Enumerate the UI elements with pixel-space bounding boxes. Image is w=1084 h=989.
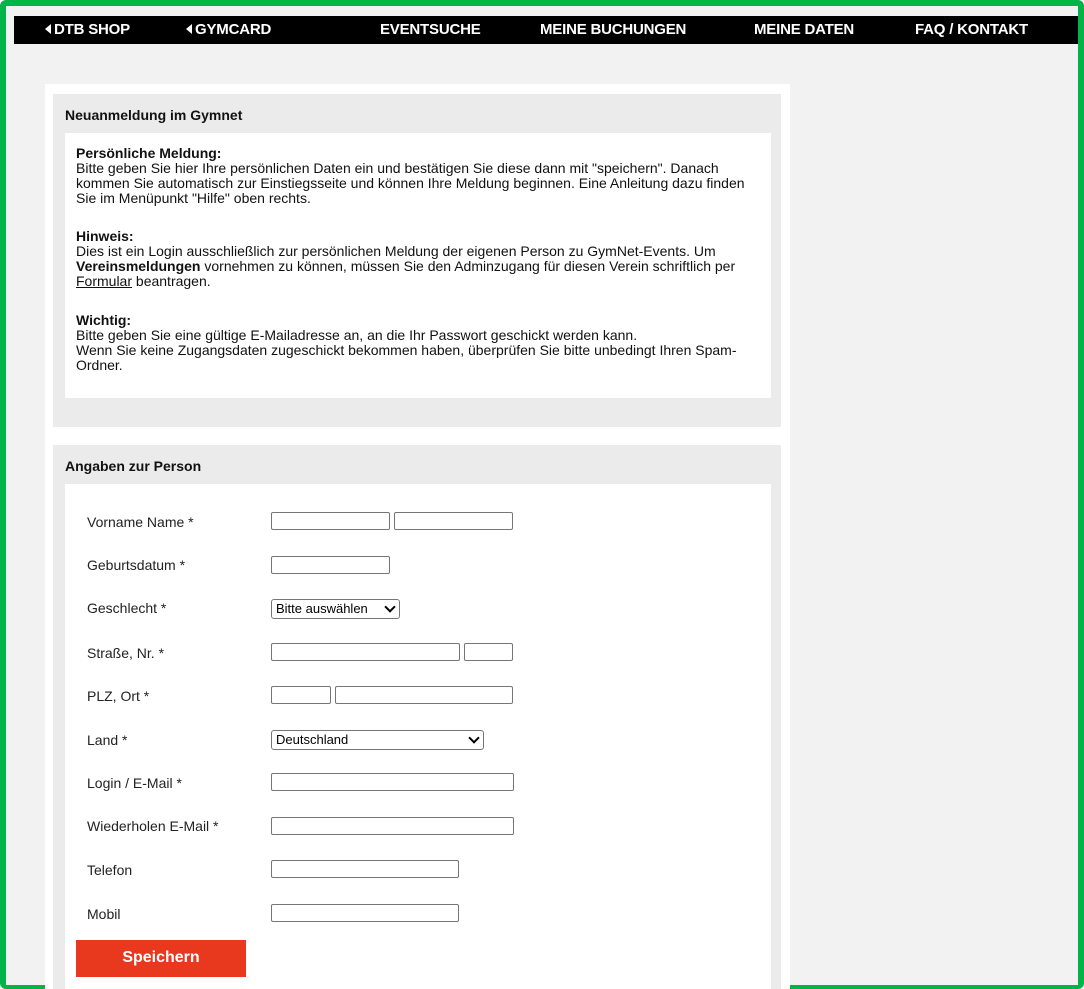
back-arrow-icon xyxy=(186,24,192,34)
personal-notice-text: Bitte geben Sie hier Ihre persönlichen D… xyxy=(76,160,745,206)
form-panel-title: Angaben zur Person xyxy=(65,458,202,474)
label-login: Login / E-Mail * xyxy=(87,775,182,791)
last-name-input[interactable] xyxy=(394,512,513,530)
important-notice: Wichtig: Bitte geben Sie eine gültige E-… xyxy=(76,313,766,373)
gender-select-value: Bitte auswählen xyxy=(276,601,368,616)
hint-text-2: vornehmen zu können, müssen Sie den Admi… xyxy=(200,258,736,274)
label-zip-city: PLZ, Ort * xyxy=(87,688,150,704)
important-line-1: Bitte geben Sie eine gültige E-Mailadres… xyxy=(76,327,638,343)
house-number-input[interactable] xyxy=(464,643,513,661)
mobile-input[interactable] xyxy=(271,904,459,922)
label-birthdate: Geburtsdatum * xyxy=(87,557,186,573)
zip-input[interactable] xyxy=(271,686,331,704)
phone-input[interactable] xyxy=(271,860,459,878)
nav-meine-buchungen[interactable]: MEINE BUCHUNGEN xyxy=(540,16,686,44)
top-navigation: DTB SHOP GYMCARD EVENTSUCHE MEINE BUCHUN… xyxy=(14,16,1078,44)
birthdate-input[interactable] xyxy=(271,556,390,574)
info-panel-title: Neuanmeldung im Gymnet xyxy=(65,107,243,123)
label-phone: Telefon xyxy=(87,862,133,878)
city-input[interactable] xyxy=(335,686,513,704)
label-mobile: Mobil xyxy=(87,906,121,922)
nav-gymcard[interactable]: GYMCARD xyxy=(186,16,271,44)
personal-notice: Persönliche Meldung: Bitte geben Sie hie… xyxy=(76,146,766,206)
gender-select[interactable]: Bitte auswählen xyxy=(271,599,400,619)
login-email-input[interactable] xyxy=(271,773,514,791)
label-repeat-email: Wiederholen E-Mail * xyxy=(87,818,219,834)
save-button[interactable]: Speichern xyxy=(76,940,246,977)
info-panel: Neuanmeldung im Gymnet Persönliche Meldu… xyxy=(53,94,781,427)
chevron-down-icon xyxy=(384,601,396,613)
nav-meine-daten[interactable]: MEINE DATEN xyxy=(754,16,854,44)
important-line-2: Wenn Sie keine Zugangsdaten zugeschickt … xyxy=(76,342,737,373)
label-street: Straße, Nr. * xyxy=(87,645,165,661)
country-select[interactable]: Deutschland xyxy=(271,730,484,750)
hint-text-3: beantragen. xyxy=(132,273,211,289)
back-arrow-icon xyxy=(45,24,51,34)
important-heading: Wichtig: xyxy=(76,312,132,328)
hint-text-1: Dies ist ein Login ausschließlich zur pe… xyxy=(76,243,716,259)
info-panel-body: Persönliche Meldung: Bitte geben Sie hie… xyxy=(65,133,771,398)
label-name: Vorname Name * xyxy=(87,514,194,530)
hint-heading: Hinweis: xyxy=(76,228,134,244)
label-country: Land * xyxy=(87,732,128,748)
first-name-input[interactable] xyxy=(271,512,390,530)
nav-faq-kontakt[interactable]: FAQ / KONTAKT xyxy=(915,16,1028,44)
label-gender: Geschlecht * xyxy=(87,600,167,616)
chevron-down-icon xyxy=(468,732,480,744)
hint-bold: Vereinsmeldungen xyxy=(76,258,201,274)
street-input[interactable] xyxy=(271,643,460,661)
nav-eventsuche[interactable]: EVENTSUCHE xyxy=(380,16,481,44)
hint-notice: Hinweis: Dies ist ein Login ausschließli… xyxy=(76,229,766,289)
personal-notice-heading: Persönliche Meldung: xyxy=(76,145,222,161)
repeat-email-input[interactable] xyxy=(271,817,514,835)
formular-link[interactable]: Formular xyxy=(76,273,132,289)
country-select-value: Deutschland xyxy=(276,732,349,747)
nav-dtb-shop[interactable]: DTB SHOP xyxy=(45,16,130,44)
